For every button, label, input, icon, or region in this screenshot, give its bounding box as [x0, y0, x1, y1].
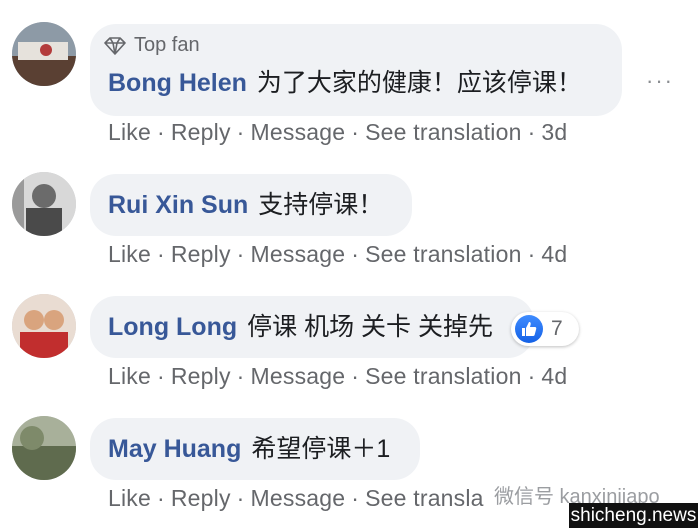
avatar[interactable] [12, 172, 76, 236]
comment-body: Bong Helen 为了大家的健康！应该停课！ [108, 68, 582, 98]
comment-text: 支持停课！ [258, 191, 384, 219]
reply-link[interactable]: Reply [171, 241, 231, 267]
see-translation-link[interactable]: See translation [365, 241, 521, 267]
comment-bubble: Rui Xin Sun 支持停课！ [90, 174, 412, 236]
comment-body: May Huang 希望停课＋1 [108, 434, 390, 464]
comment-actions: Like · Reply · Message · See transla [108, 485, 484, 511]
reply-link[interactable]: Reply [171, 485, 231, 511]
diamond-icon [104, 36, 126, 55]
avatar[interactable] [12, 294, 76, 358]
like-link[interactable]: Like [108, 485, 151, 511]
author-name[interactable]: Rui Xin Sun [108, 190, 248, 220]
author-name[interactable]: Bong Helen [108, 68, 247, 98]
comment-body: Long Long 停课 机场 关卡 关掉先 [108, 312, 493, 342]
avatar[interactable] [12, 416, 76, 480]
message-link[interactable]: Message [251, 241, 346, 267]
comment-actions: Like · Reply · Message · See translation · 3d [108, 119, 568, 145]
author-name[interactable]: May Huang [108, 434, 241, 464]
reaction-count: 7 [551, 317, 563, 340]
see-translation-link[interactable]: See transla [365, 485, 484, 511]
comment-bubble: Long Long 停课 机场 关卡 关掉先 [90, 296, 534, 358]
reply-link[interactable]: Reply [171, 363, 231, 389]
reaction-summary[interactable]: 7 [511, 312, 579, 346]
more-options-icon[interactable]: ··· [646, 68, 674, 94]
top-fan-label: Top fan [134, 34, 200, 56]
comment-actions: Like · Reply · Message · See translation · 4d [108, 363, 568, 389]
comment-text: 为了大家的健康！应该停课！ [256, 69, 582, 97]
see-translation-link[interactable]: See translation [365, 119, 521, 145]
comment-actions: Like · Reply · Message · See translation · 4d [108, 241, 568, 267]
reply-link[interactable]: Reply [171, 119, 231, 145]
timestamp[interactable]: 4d [541, 363, 567, 389]
message-link[interactable]: Message [251, 119, 346, 145]
comment-text: 停课 机场 关卡 关掉先 [247, 313, 493, 341]
see-translation-link[interactable]: See translation [365, 363, 521, 389]
message-link[interactable]: Message [251, 485, 346, 511]
like-link[interactable]: Like [108, 241, 151, 267]
message-link[interactable]: Message [251, 363, 346, 389]
comment-text: 希望停课＋1 [251, 435, 391, 463]
timestamp[interactable]: 3d [541, 119, 567, 145]
like-link[interactable]: Like [108, 363, 151, 389]
like-link[interactable]: Like [108, 119, 151, 145]
author-name[interactable]: Long Long [108, 312, 237, 342]
site-badge: shicheng.news [569, 503, 698, 528]
comment-bubble: Top fan Bong Helen 为了大家的健康！应该停课！ [90, 24, 622, 116]
top-fan-badge: Top fan [104, 34, 200, 57]
comment-body: Rui Xin Sun 支持停课！ [108, 190, 383, 220]
timestamp[interactable]: 4d [541, 241, 567, 267]
like-reaction-icon [515, 315, 543, 343]
comment-bubble: May Huang 希望停课＋1 [90, 418, 420, 480]
avatar[interactable] [12, 22, 76, 86]
